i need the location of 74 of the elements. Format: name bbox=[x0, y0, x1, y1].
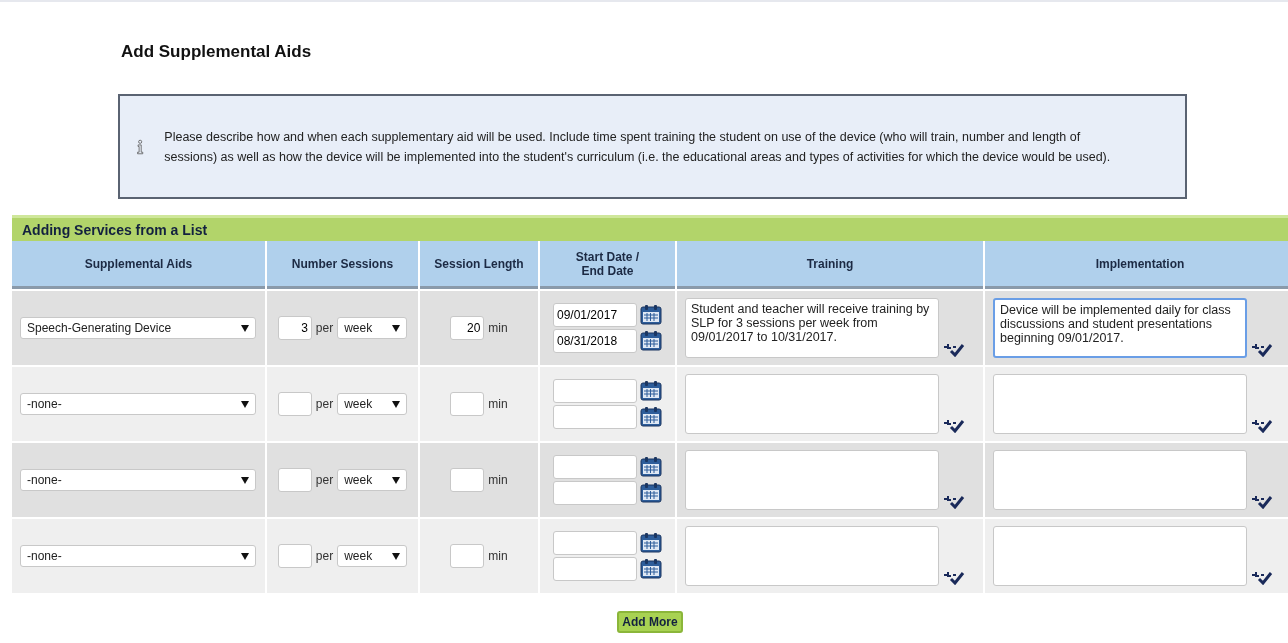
implementation-field[interactable] bbox=[993, 526, 1247, 586]
aid-dropdown[interactable]: Speech-Generating Device bbox=[20, 317, 256, 339]
column-header: Implementation bbox=[985, 241, 1288, 289]
per-label: per bbox=[315, 397, 334, 411]
add-more-button[interactable]: Add More bbox=[617, 611, 683, 633]
info-text: Please describe how and when each supplementary aid will be used. Include time spent training the student on use of the device (who will train, number and length of sessions) as well as how the device will be implemented into the student's curriculum (i.e. the educational areas and types of activities for which the device would be used). bbox=[164, 128, 1112, 166]
aid-dropdown[interactable]: -none- bbox=[20, 545, 256, 567]
implementation-field[interactable]: Device will be implemented daily for class discussions and student presentations beginning 09/01/2017. bbox=[993, 298, 1247, 358]
period-dropdown[interactable]: week bbox=[337, 545, 408, 567]
column-header: Training bbox=[677, 241, 983, 289]
caret-icon bbox=[241, 552, 249, 560]
spellcheck-icon[interactable] bbox=[1251, 569, 1273, 585]
table-title: Adding Services from a List bbox=[22, 221, 208, 238]
spellcheck-icon[interactable] bbox=[943, 493, 965, 509]
calendar-icon[interactable] bbox=[640, 407, 662, 427]
calendar-icon[interactable] bbox=[640, 331, 662, 351]
unit-label: min bbox=[488, 549, 508, 563]
calendar-icon[interactable] bbox=[640, 483, 662, 503]
column-header: Session Length bbox=[420, 241, 538, 289]
spellcheck-icon[interactable] bbox=[943, 569, 965, 585]
caret-icon bbox=[241, 476, 249, 484]
training-field[interactable] bbox=[685, 450, 939, 510]
length-field[interactable] bbox=[450, 392, 485, 416]
column-header: Start Date / End Date bbox=[540, 241, 675, 289]
length-field[interactable] bbox=[450, 544, 485, 568]
calendar-icon[interactable] bbox=[640, 559, 662, 579]
per-label: per bbox=[315, 549, 334, 563]
unit-label: min bbox=[488, 473, 508, 487]
end-date-field[interactable] bbox=[553, 481, 637, 505]
caret-icon bbox=[392, 324, 401, 332]
calendar-icon[interactable] bbox=[640, 457, 662, 477]
start-date-field[interactable] bbox=[553, 455, 637, 479]
column-header: Number Sessions bbox=[267, 241, 418, 289]
aid-dropdown[interactable]: -none- bbox=[20, 393, 256, 415]
training-field[interactable] bbox=[685, 374, 939, 434]
sessions-field[interactable] bbox=[277, 392, 312, 416]
column-header: Supplemental Aids bbox=[12, 241, 265, 289]
start-date-field[interactable] bbox=[553, 379, 637, 403]
page-title: Add Supplemental Aids bbox=[121, 42, 313, 62]
period-dropdown[interactable]: week bbox=[337, 469, 408, 491]
per-label: per bbox=[315, 473, 334, 487]
spellcheck-icon[interactable] bbox=[943, 417, 965, 433]
spellcheck-icon[interactable] bbox=[1251, 417, 1273, 433]
spellcheck-icon[interactable] bbox=[1251, 341, 1273, 357]
spellcheck-icon[interactable] bbox=[1251, 493, 1273, 509]
unit-label: min bbox=[488, 321, 508, 335]
training-field[interactable]: Student and teacher will receive training by SLP for 3 sessions per week from 09/01/2017 to 10/31/2017. bbox=[685, 298, 939, 358]
sessions-field[interactable] bbox=[277, 468, 312, 492]
calendar-icon[interactable] bbox=[640, 305, 662, 325]
end-date-field[interactable]: 08/31/2018 bbox=[553, 329, 637, 353]
caret-icon bbox=[392, 552, 401, 560]
length-field[interactable] bbox=[450, 468, 485, 492]
end-date-field[interactable] bbox=[553, 557, 637, 581]
per-label: per bbox=[315, 321, 334, 335]
unit-label: min bbox=[488, 397, 508, 411]
training-field[interactable] bbox=[685, 526, 939, 586]
caret-icon bbox=[392, 476, 401, 484]
caret-icon bbox=[241, 324, 249, 332]
caret-icon bbox=[241, 400, 249, 408]
caret-icon bbox=[392, 400, 401, 408]
period-dropdown[interactable]: week bbox=[337, 393, 408, 415]
start-date-field[interactable]: 09/01/2017 bbox=[553, 303, 637, 327]
calendar-icon[interactable] bbox=[640, 381, 662, 401]
length-field[interactable]: 20 bbox=[450, 316, 485, 340]
end-date-field[interactable] bbox=[553, 405, 637, 429]
sessions-field[interactable] bbox=[277, 544, 312, 568]
implementation-field[interactable] bbox=[993, 450, 1247, 510]
calendar-icon[interactable] bbox=[640, 533, 662, 553]
implementation-field[interactable] bbox=[993, 374, 1247, 434]
aid-dropdown[interactable]: -none- bbox=[20, 469, 256, 491]
sessions-field[interactable]: 3 bbox=[277, 316, 312, 340]
start-date-field[interactable] bbox=[553, 531, 637, 555]
spellcheck-icon[interactable] bbox=[943, 341, 965, 357]
period-dropdown[interactable]: week bbox=[337, 317, 408, 339]
